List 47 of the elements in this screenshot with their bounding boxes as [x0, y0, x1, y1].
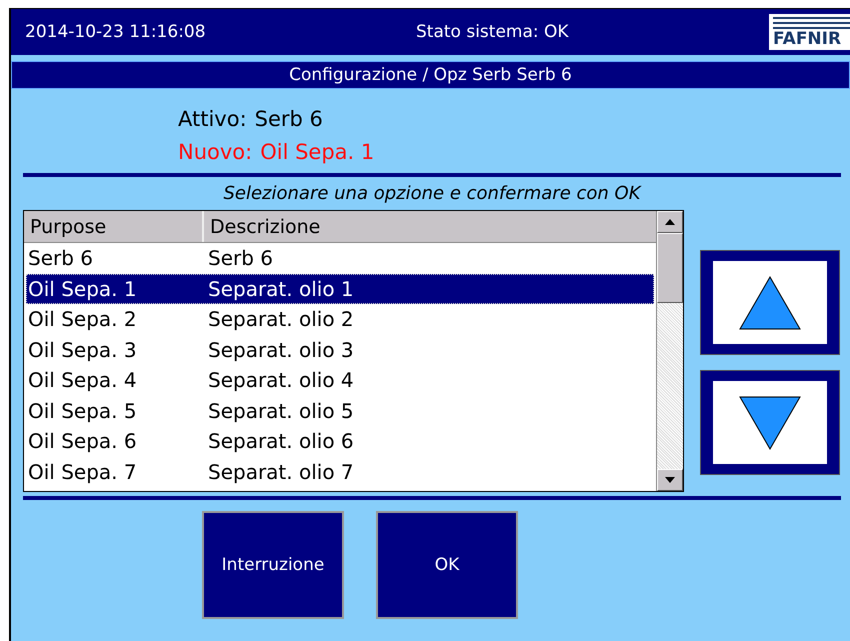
table-row[interactable]: Oil Sepa. 7 Separat. olio 7	[26, 456, 654, 487]
up-arrow-icon	[664, 218, 676, 226]
up-triangle-icon	[738, 274, 802, 330]
down-arrow-icon	[664, 476, 676, 484]
date-time: 2014-10-23 11:16:08	[25, 22, 207, 42]
table-cell: Separat. olio 3	[208, 338, 354, 362]
active-label: Attivo:	[178, 107, 247, 131]
move-up-button[interactable]	[700, 250, 840, 355]
page-title: Configurazione / Opz Serb Serb 6	[289, 65, 572, 85]
table-cell-text: Serb 6	[27, 246, 94, 270]
table-cell-text: Oil Sepa. 1	[27, 276, 138, 301]
system-status: Stato sistema: OK	[415, 22, 570, 42]
table-row[interactable]: Oil Sepa. 5 Separat. olio 5	[26, 396, 654, 426]
instruction-text: Selezionare una opzione e confermare con OK	[222, 182, 642, 206]
table-row[interactable]: Oil Sepa. 6 Separat. olio 6	[26, 426, 654, 456]
table-row[interactable]: Oil Sepa. 3 Separat. olio 3	[26, 334, 654, 365]
table-cell-text: Oil Sepa. 6	[27, 429, 138, 454]
table-cell: Separat. olio 6	[208, 429, 354, 454]
table-cell-text: Oil Sepa. 5	[27, 398, 138, 423]
scrollbar[interactable]	[656, 211, 683, 491]
table-cell: Separat. olio 7	[208, 460, 354, 484]
table-cell: Serb 6	[208, 246, 273, 270]
table-row[interactable]: Oil Sepa. 2 Separat. olio 2	[26, 304, 654, 334]
cancel-button[interactable]: Interruzione	[202, 511, 344, 619]
table-row[interactable]: Serb 6 Serb 6	[26, 243, 654, 274]
scroll-thumb[interactable]	[657, 233, 683, 303]
scroll-up-button[interactable]	[657, 211, 683, 233]
logo: FAFNIR	[769, 14, 850, 50]
scroll-down-button[interactable]	[657, 469, 683, 491]
ok-button[interactable]: OK	[376, 511, 518, 619]
table-cell-text: Oil Sepa. 2	[27, 307, 138, 332]
table-cell: Separat. olio 2	[208, 307, 354, 332]
table-row[interactable]: Oil Sepa. 1 Separat. olio 1	[26, 274, 654, 304]
column-header[interactable]: Purpose	[24, 211, 204, 242]
new-label: Nuovo:	[178, 140, 252, 164]
down-triangle-icon	[738, 394, 802, 450]
table-cell-text: Oil Sepa. 3	[27, 338, 138, 362]
table-cell-text: Oil Sepa. 7	[27, 460, 138, 484]
table-cell: Separat. olio 4	[208, 368, 354, 392]
table-cell: Separat. olio 1	[208, 276, 354, 301]
new-value: Oil Sepa. 1	[260, 140, 374, 164]
active-value: Serb 6	[254, 107, 323, 131]
table-cell: Separat. olio 5	[208, 398, 354, 423]
table-cell-text: Oil Sepa. 4	[27, 368, 138, 392]
table-row[interactable]: Oil Sepa. 4 Separat. olio 4	[26, 365, 654, 396]
move-down-button[interactable]	[700, 370, 840, 475]
column-header[interactable]: Descrizione	[204, 211, 656, 242]
